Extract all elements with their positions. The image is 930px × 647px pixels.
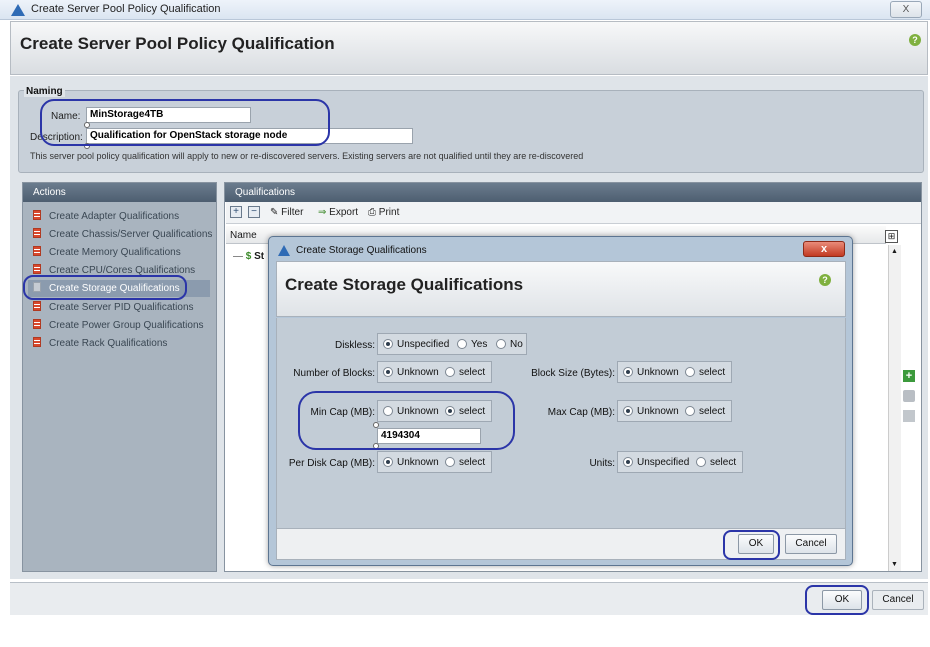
block-size-unknown-radio[interactable]: Unknown <box>623 367 679 378</box>
policy-icon <box>33 246 41 256</box>
footer-bar <box>10 582 928 615</box>
window-close-button[interactable]: X <box>890 1 922 18</box>
cancel-button[interactable]: Cancel <box>872 590 924 610</box>
table-row[interactable]: — $ St <box>233 251 264 262</box>
naming-legend: Naming <box>24 86 65 97</box>
diskless-radio-group: Unspecified Yes No <box>377 333 527 355</box>
policy-icon <box>33 228 41 238</box>
window-titlebar: Create Server Pool Policy Qualification … <box>0 0 930 20</box>
number-of-blocks-unknown-radio[interactable]: Unknown <box>383 367 439 378</box>
per-disk-cap-select-radio[interactable]: select <box>445 457 485 468</box>
policy-icon <box>33 301 41 311</box>
block-size-label: Block Size (Bytes): <box>531 368 615 379</box>
annotation-circle-storage-action <box>23 275 187 300</box>
add-icon[interactable]: + <box>903 370 915 382</box>
delete-icon[interactable] <box>903 390 915 402</box>
number-of-blocks-label: Number of Blocks: <box>293 368 375 379</box>
actions-panel: Actions Create Adapter Qualifications Cr… <box>22 182 217 572</box>
action-create-chassis-server[interactable]: Create Chassis/Server Qualifications <box>33 228 212 244</box>
max-cap-unknown-radio[interactable]: Unknown <box>623 406 679 417</box>
app-logo-icon <box>278 245 290 256</box>
diskless-no-radio[interactable]: No <box>496 339 523 350</box>
diskless-unspecified-radio[interactable]: Unspecified <box>383 339 449 350</box>
units-label: Units: <box>589 458 615 469</box>
annotation-circle-dialog-ok <box>723 530 780 560</box>
app-logo-icon <box>11 4 25 16</box>
export-icon: ⇒ <box>318 207 330 218</box>
qualifications-panel-header: Qualifications <box>225 183 921 202</box>
policy-icon <box>33 264 41 274</box>
dialog-close-button[interactable]: x <box>803 241 845 257</box>
units-select-radio[interactable]: select <box>696 457 736 468</box>
help-icon[interactable]: ? <box>819 274 831 286</box>
naming-info-text: This server pool policy qualification wi… <box>30 151 584 161</box>
qualifications-toolbar: + − ✎ Filter ⇒ Export ⎙ Print <box>226 202 921 224</box>
per-disk-cap-unknown-radio[interactable]: Unknown <box>383 457 439 468</box>
storage-qualification-icon: $ <box>245 251 255 262</box>
action-create-rack[interactable]: Create Rack Qualifications <box>33 337 167 353</box>
dialog-header: Create Storage Qualifications ? <box>276 261 846 317</box>
filter-icon: ✎ <box>270 207 282 218</box>
actions-panel-header: Actions <box>23 183 216 202</box>
annotation-circle-ok <box>805 585 869 615</box>
column-header-name[interactable]: Name <box>230 230 257 241</box>
policy-icon <box>33 337 41 347</box>
action-create-adapter[interactable]: Create Adapter Qualifications <box>33 210 179 226</box>
number-of-blocks-select-radio[interactable]: select <box>445 367 485 378</box>
max-cap-label: Max Cap (MB): <box>547 407 615 418</box>
qualifications-scrollbar[interactable]: ▲ ▼ <box>888 245 901 571</box>
per-disk-cap-label: Per Disk Cap (MB): <box>288 458 375 469</box>
print-button[interactable]: ⎙ Print <box>368 207 399 218</box>
filter-button[interactable]: ✎ Filter <box>270 207 303 218</box>
column-chooser-icon[interactable]: ⊞ <box>885 230 898 243</box>
page-title: Create Server Pool Policy Qualification <box>20 34 335 53</box>
block-size-radio-group: Unknown select <box>617 361 732 383</box>
annotation-circle-min-cap <box>298 391 515 450</box>
side-toolbar: + <box>903 370 919 430</box>
diskless-label: Diskless: <box>334 340 375 351</box>
properties-icon[interactable] <box>903 410 915 422</box>
policy-icon <box>33 319 41 329</box>
units-radio-group: Unspecified select <box>617 451 743 473</box>
window-title: Create Server Pool Policy Qualification <box>31 3 221 15</box>
scroll-down-icon[interactable]: ▼ <box>891 561 898 568</box>
per-disk-cap-radio-group: Unknown select <box>377 451 492 473</box>
number-of-blocks-radio-group: Unknown select <box>377 361 492 383</box>
dialog-window-title: Create Storage Qualifications <box>296 245 427 256</box>
scroll-up-icon[interactable]: ▲ <box>891 248 898 255</box>
print-icon: ⎙ <box>368 207 379 218</box>
diskless-yes-radio[interactable]: Yes <box>457 339 487 350</box>
max-cap-radio-group: Unknown select <box>617 400 732 422</box>
collapse-icon[interactable]: − <box>248 206 260 218</box>
block-size-select-radio[interactable]: select <box>685 367 725 378</box>
action-create-power-group[interactable]: Create Power Group Qualifications <box>33 319 204 335</box>
action-create-memory[interactable]: Create Memory Qualifications <box>33 246 181 262</box>
policy-icon <box>33 210 41 220</box>
max-cap-select-radio[interactable]: select <box>685 406 725 417</box>
help-icon[interactable]: ? <box>909 34 921 46</box>
dialog-cancel-button[interactable]: Cancel <box>785 534 837 554</box>
page-header: Create Server Pool Policy Qualification … <box>10 21 928 75</box>
units-unspecified-radio[interactable]: Unspecified <box>623 457 689 468</box>
export-button[interactable]: ⇒ Export <box>318 207 358 218</box>
expand-icon[interactable]: + <box>230 206 242 218</box>
annotation-circle-naming <box>40 99 330 146</box>
dialog-title: Create Storage Qualifications <box>285 275 524 294</box>
action-create-server-pid[interactable]: Create Server PID Qualifications <box>33 301 194 317</box>
